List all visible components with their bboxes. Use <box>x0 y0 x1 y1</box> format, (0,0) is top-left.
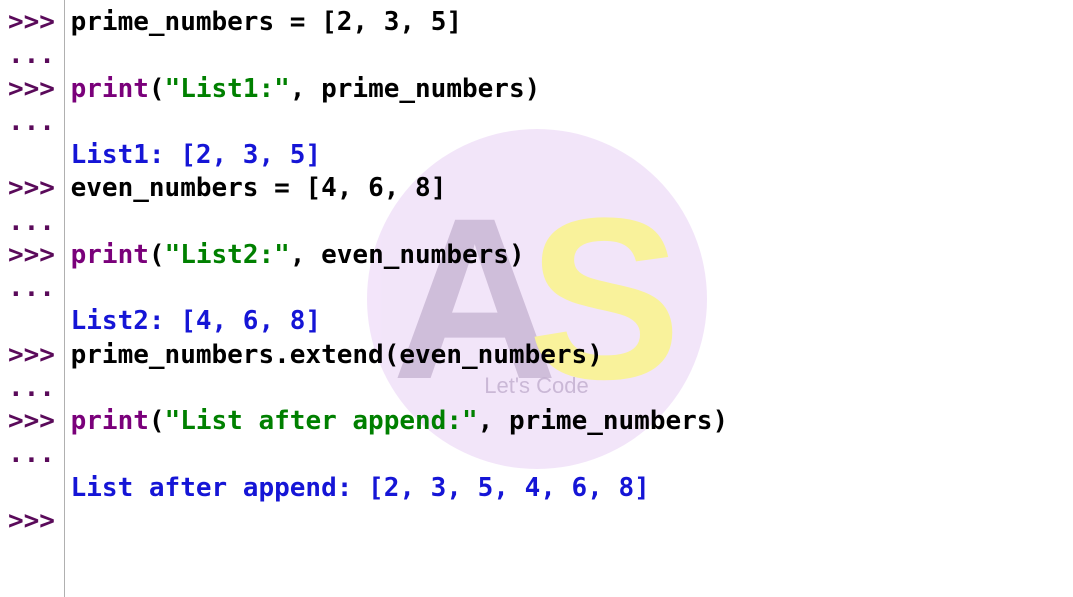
continuation-prompt: ... <box>8 107 55 137</box>
bracket-close: ] <box>431 173 447 203</box>
python-shell-output: >>> prime_numbers = [2, 3, 5] ... >>> pr… <box>8 6 1065 538</box>
comma: , <box>478 406 509 436</box>
number-literal: 3 <box>384 7 400 37</box>
continuation-prompt: ... <box>8 40 55 70</box>
number-literal: 6 <box>368 173 384 203</box>
continuation-prompt: ... <box>8 373 55 403</box>
continuation-prompt: ... <box>8 207 55 237</box>
comma: , <box>290 240 321 270</box>
comma: , <box>337 173 368 203</box>
variable-name: even_numbers <box>321 240 509 270</box>
number-literal: 2 <box>337 7 353 37</box>
prompt: >>> <box>8 7 71 37</box>
operator: = <box>258 173 305 203</box>
string-literal: "List2:" <box>165 240 290 270</box>
paren-open: ( <box>149 406 165 436</box>
paren-close: ) <box>587 340 603 370</box>
prompt: >>> <box>8 240 71 270</box>
number-literal: 5 <box>431 7 447 37</box>
bracket-open: [ <box>305 173 321 203</box>
paren-close: ) <box>509 240 525 270</box>
operator: = <box>274 7 321 37</box>
paren-open: ( <box>149 74 165 104</box>
pad <box>8 473 71 503</box>
builtin-function: print <box>71 74 149 104</box>
variable-name: prime_numbers <box>321 74 525 104</box>
pad <box>8 140 71 170</box>
paren-open: ( <box>384 340 400 370</box>
comma: , <box>399 7 430 37</box>
paren-close: ) <box>712 406 728 436</box>
prompt: >>> <box>8 506 71 536</box>
output-line: List1: [2, 3, 5] <box>71 140 321 170</box>
prompt: >>> <box>8 406 71 436</box>
paren-open: ( <box>149 240 165 270</box>
variable-name: prime_numbers <box>509 406 713 436</box>
comma: , <box>290 74 321 104</box>
method-name: extend <box>290 340 384 370</box>
bracket-close: ] <box>446 7 462 37</box>
builtin-function: print <box>71 406 149 436</box>
pad <box>8 306 71 336</box>
variable-name: even_numbers <box>399 340 587 370</box>
paren-close: ) <box>525 74 541 104</box>
prompt: >>> <box>8 74 71 104</box>
comma: , <box>352 7 383 37</box>
prompt: >>> <box>8 173 71 203</box>
string-literal: "List after append:" <box>165 406 478 436</box>
prompt: >>> <box>8 340 71 370</box>
string-literal: "List1:" <box>165 74 290 104</box>
variable-name: prime_numbers <box>71 340 275 370</box>
variable-name: prime_numbers <box>71 7 275 37</box>
comma: , <box>384 173 415 203</box>
continuation-prompt: ... <box>8 273 55 303</box>
output-line: List2: [4, 6, 8] <box>71 306 321 336</box>
variable-name: even_numbers <box>71 173 259 203</box>
number-literal: 8 <box>415 173 431 203</box>
bracket-open: [ <box>321 7 337 37</box>
builtin-function: print <box>71 240 149 270</box>
continuation-prompt: ... <box>8 439 55 469</box>
number-literal: 4 <box>321 173 337 203</box>
output-line: List after append: [2, 3, 5, 4, 6, 8] <box>71 473 650 503</box>
dot-operator: . <box>274 340 290 370</box>
